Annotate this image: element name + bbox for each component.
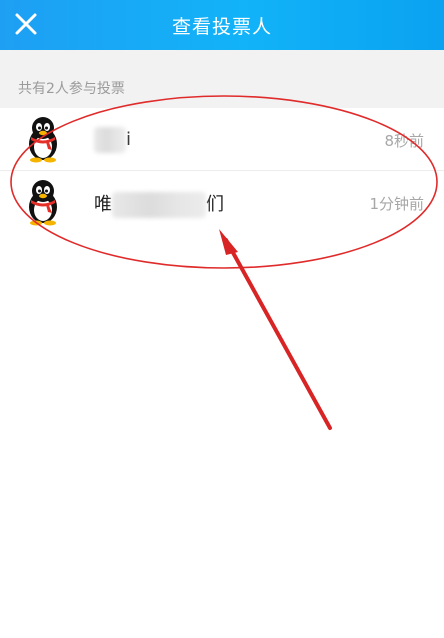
voter-row[interactable]: 唯们 1分钟前 bbox=[0, 170, 444, 233]
voter-list: i 8秒前 唯们 1分钟前 bbox=[0, 108, 444, 233]
voters-count-text: 共有2人参与投票 bbox=[18, 81, 125, 97]
voter-name: 唯们 bbox=[94, 190, 224, 218]
qq-penguin-icon bbox=[29, 180, 57, 226]
vote-time: 8秒前 bbox=[384, 132, 424, 150]
annotation-arrow-line bbox=[224, 238, 332, 430]
voter-row[interactable]: i 8秒前 bbox=[0, 108, 444, 170]
vote-time: 1分钟前 bbox=[369, 195, 424, 213]
title-bar: 查看投票人 bbox=[0, 0, 444, 50]
redacted-name bbox=[94, 127, 126, 153]
voter-name: i bbox=[94, 127, 131, 153]
voters-count-header: 共有2人参与投票 bbox=[0, 50, 444, 108]
qq-penguin-icon bbox=[29, 117, 57, 163]
redacted-name bbox=[112, 192, 206, 218]
page-title: 查看投票人 bbox=[171, 16, 272, 38]
